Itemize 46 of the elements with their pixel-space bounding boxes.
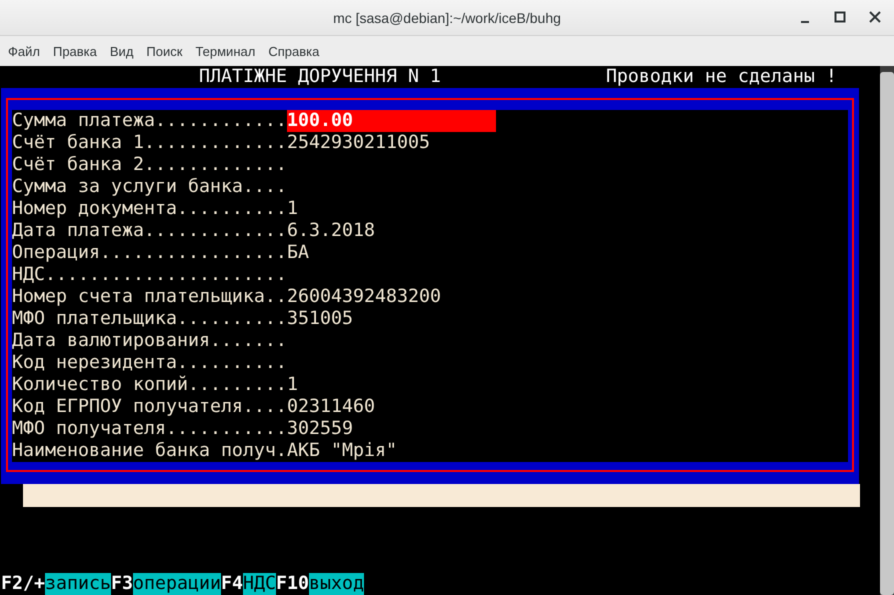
field-label: Счёт банка 1............. — [12, 132, 287, 154]
function-key: F3 — [110, 573, 133, 595]
field-label: Счёт банка 2............. — [12, 154, 287, 176]
field-value[interactable]: 1 — [287, 198, 298, 220]
field-value[interactable]: АКБ "Мрія" — [287, 440, 397, 462]
menu-item[interactable]: Файл — [2, 44, 47, 58]
field-label: Номер документа.......... — [12, 198, 287, 220]
field-value[interactable]: 351005 — [287, 308, 353, 330]
field-label: Дата валютирования....... — [12, 330, 287, 352]
field-value[interactable]: 02311460 — [287, 396, 375, 418]
field-value[interactable]: 6.3.2018 — [287, 220, 375, 242]
menu-item[interactable]: Вид — [104, 44, 140, 58]
field-label: Код нерезидента.......... — [12, 352, 287, 374]
function-key: F10 — [276, 573, 309, 595]
field-label: Наименование банка получ. — [12, 440, 287, 462]
field-label: Номер счета плательщика.. — [12, 286, 287, 308]
function-key: F4 — [220, 573, 243, 595]
menu-item[interactable]: Терминал — [189, 44, 262, 58]
field-value[interactable]: 302559 — [287, 418, 353, 440]
field-label: Количество копий......... — [12, 374, 287, 396]
menu-item[interactable]: Справка — [262, 44, 326, 58]
field-value[interactable]: БА — [287, 242, 309, 264]
window-title: mc [sasa@debian]:~/work/iceB/buhg — [333, 10, 561, 26]
field-label: Код ЕГРПОУ получателя.... — [12, 396, 287, 418]
field-value[interactable]: 2542930211005 — [287, 132, 430, 154]
field-label: Дата платежа............. — [12, 220, 287, 242]
close-icon[interactable] — [868, 10, 882, 24]
key-action[interactable]: запись — [45, 573, 111, 595]
field-value[interactable]: 1 — [287, 374, 298, 396]
key-action[interactable]: НДС — [242, 573, 276, 595]
field-value[interactable]: 26004392483200 — [287, 286, 441, 308]
field-label: Операция................. — [12, 242, 287, 264]
field-value[interactable]: 100.00 — [287, 110, 496, 132]
field-label: НДС...................... — [12, 264, 287, 286]
key-action[interactable]: операции — [132, 573, 221, 595]
field-label: Сумма платежа............ — [12, 110, 287, 132]
function-key: F2/+ — [1, 573, 45, 595]
field-label: МФО получателя........... — [12, 418, 287, 440]
field-label: МФО плательщика.......... — [12, 308, 287, 330]
status-text: Проводки не сделаны ! — [606, 66, 837, 88]
key-action[interactable]: выход — [308, 573, 364, 595]
menu-item[interactable]: Правка — [46, 44, 104, 58]
menu-item[interactable]: Поиск — [140, 44, 190, 58]
maximize-icon[interactable] — [833, 10, 847, 24]
field-label: Сумма за услуги банка.... — [12, 176, 287, 198]
screen-title: ПЛАТІЖНЕ ДОРУЧЕННЯ N 1 — [199, 66, 441, 88]
